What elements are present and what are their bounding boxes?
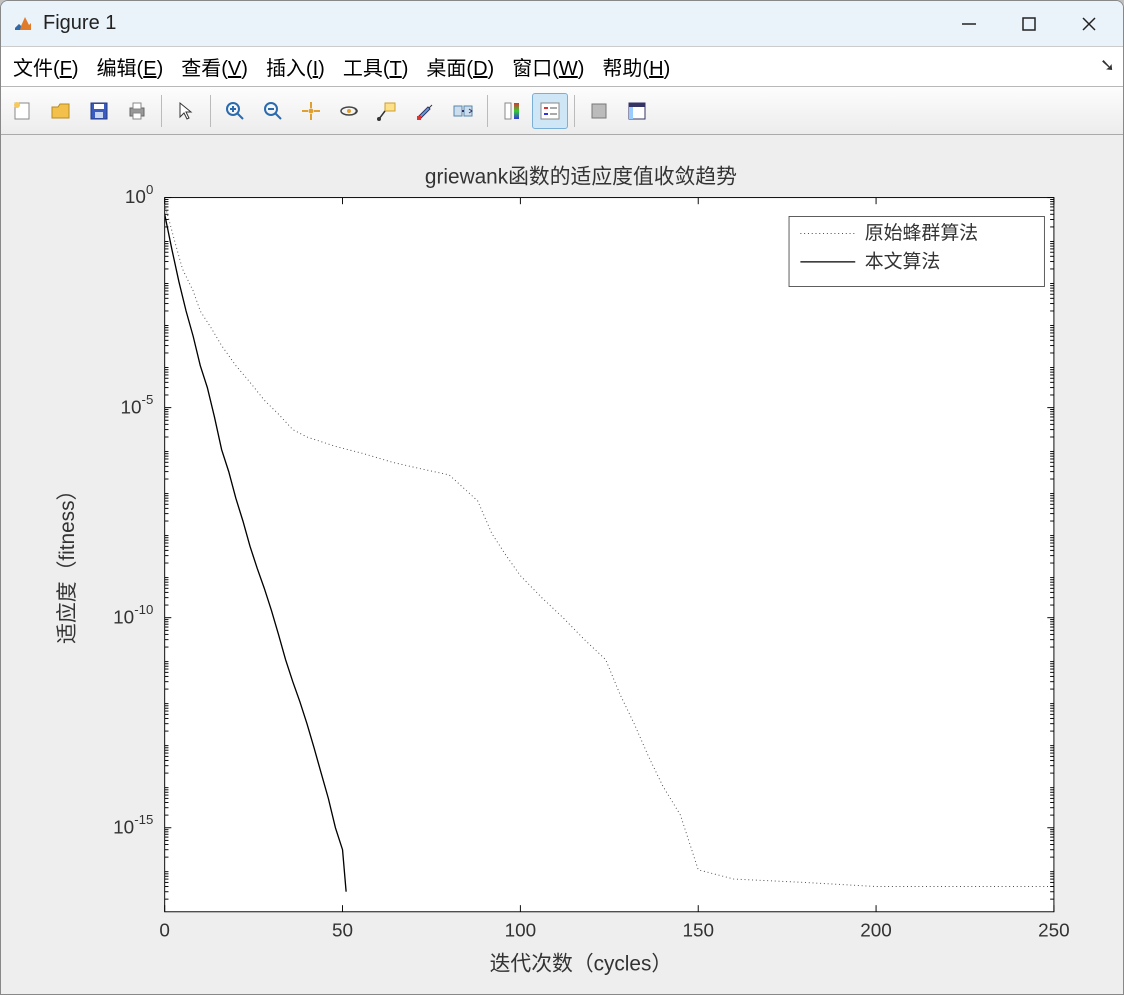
y-tick-label: 10-5	[121, 392, 154, 418]
y-tick-label: 10-10	[113, 602, 153, 628]
x-axis-label: 迭代次数（cycles）	[490, 952, 673, 975]
y-axis-label: 适应度（fitness）	[56, 480, 79, 644]
x-tick-label: 150	[682, 920, 714, 941]
x-tick-label: 200	[860, 920, 892, 941]
chart-title: griewank函数的适应度值收敛趋势	[425, 165, 737, 188]
legend-entry: 原始蜂群算法	[865, 222, 978, 244]
menu-view[interactable]: 查看(V)	[175, 48, 254, 85]
x-tick-label: 250	[1038, 920, 1070, 941]
dock-arrow-icon[interactable]: ➘	[1100, 55, 1115, 76]
menu-desktop[interactable]: 桌面(D)	[420, 48, 500, 85]
matlab-app-icon	[11, 12, 35, 36]
x-tick-label: 0	[159, 920, 170, 941]
figure-window: Figure 1 文件(F) 编辑(E) 查看(V) 插入(I) 工具(T) 桌…	[0, 0, 1124, 995]
link-plots-button[interactable]	[445, 93, 481, 129]
print-button[interactable]	[119, 93, 155, 129]
open-button[interactable]	[43, 93, 79, 129]
toolbar	[1, 87, 1123, 135]
new-figure-button[interactable]	[5, 93, 41, 129]
show-plot-tools-button[interactable]	[619, 93, 655, 129]
pan-button[interactable]	[293, 93, 329, 129]
pointer-button[interactable]	[168, 93, 204, 129]
menu-file[interactable]: 文件(F)	[7, 48, 85, 85]
plot-svg: griewank函数的适应度值收敛趋势 适应度（fitness） 迭代次数（cy…	[21, 155, 1103, 978]
colorbar-button[interactable]	[494, 93, 530, 129]
y-tick-label: 100	[125, 182, 153, 208]
legend-entry: 本文算法	[865, 251, 941, 273]
menubar: 文件(F) 编辑(E) 查看(V) 插入(I) 工具(T) 桌面(D) 窗口(W…	[1, 47, 1123, 87]
titlebar: Figure 1	[1, 1, 1123, 47]
legend[interactable]: 原始蜂群算法本文算法	[789, 216, 1044, 286]
menu-insert[interactable]: 插入(I)	[260, 48, 331, 85]
y-tick-label: 10-15	[113, 812, 153, 838]
close-button[interactable]	[1059, 1, 1119, 47]
figure-canvas[interactable]: griewank函数的适应度值收敛趋势 适应度（fitness） 迭代次数（cy…	[1, 135, 1123, 994]
window-title: Figure 1	[43, 12, 116, 35]
hide-plot-tools-button[interactable]	[581, 93, 617, 129]
x-tick-label: 100	[505, 920, 537, 941]
data-cursor-button[interactable]	[369, 93, 405, 129]
maximize-button[interactable]	[999, 1, 1059, 47]
save-button[interactable]	[81, 93, 117, 129]
x-tick-label: 50	[332, 920, 353, 941]
menu-window[interactable]: 窗口(W)	[506, 48, 590, 85]
legend-button[interactable]	[532, 93, 568, 129]
zoom-in-button[interactable]	[217, 93, 253, 129]
menu-tools[interactable]: 工具(T)	[337, 48, 415, 85]
brush-button[interactable]	[407, 93, 443, 129]
zoom-out-button[interactable]	[255, 93, 291, 129]
menu-help[interactable]: 帮助(H)	[596, 48, 676, 85]
rotate-3d-button[interactable]	[331, 93, 367, 129]
menu-edit[interactable]: 编辑(E)	[91, 48, 170, 85]
axes[interactable]: griewank函数的适应度值收敛趋势 适应度（fitness） 迭代次数（cy…	[21, 155, 1103, 978]
minimize-button[interactable]	[939, 1, 999, 47]
